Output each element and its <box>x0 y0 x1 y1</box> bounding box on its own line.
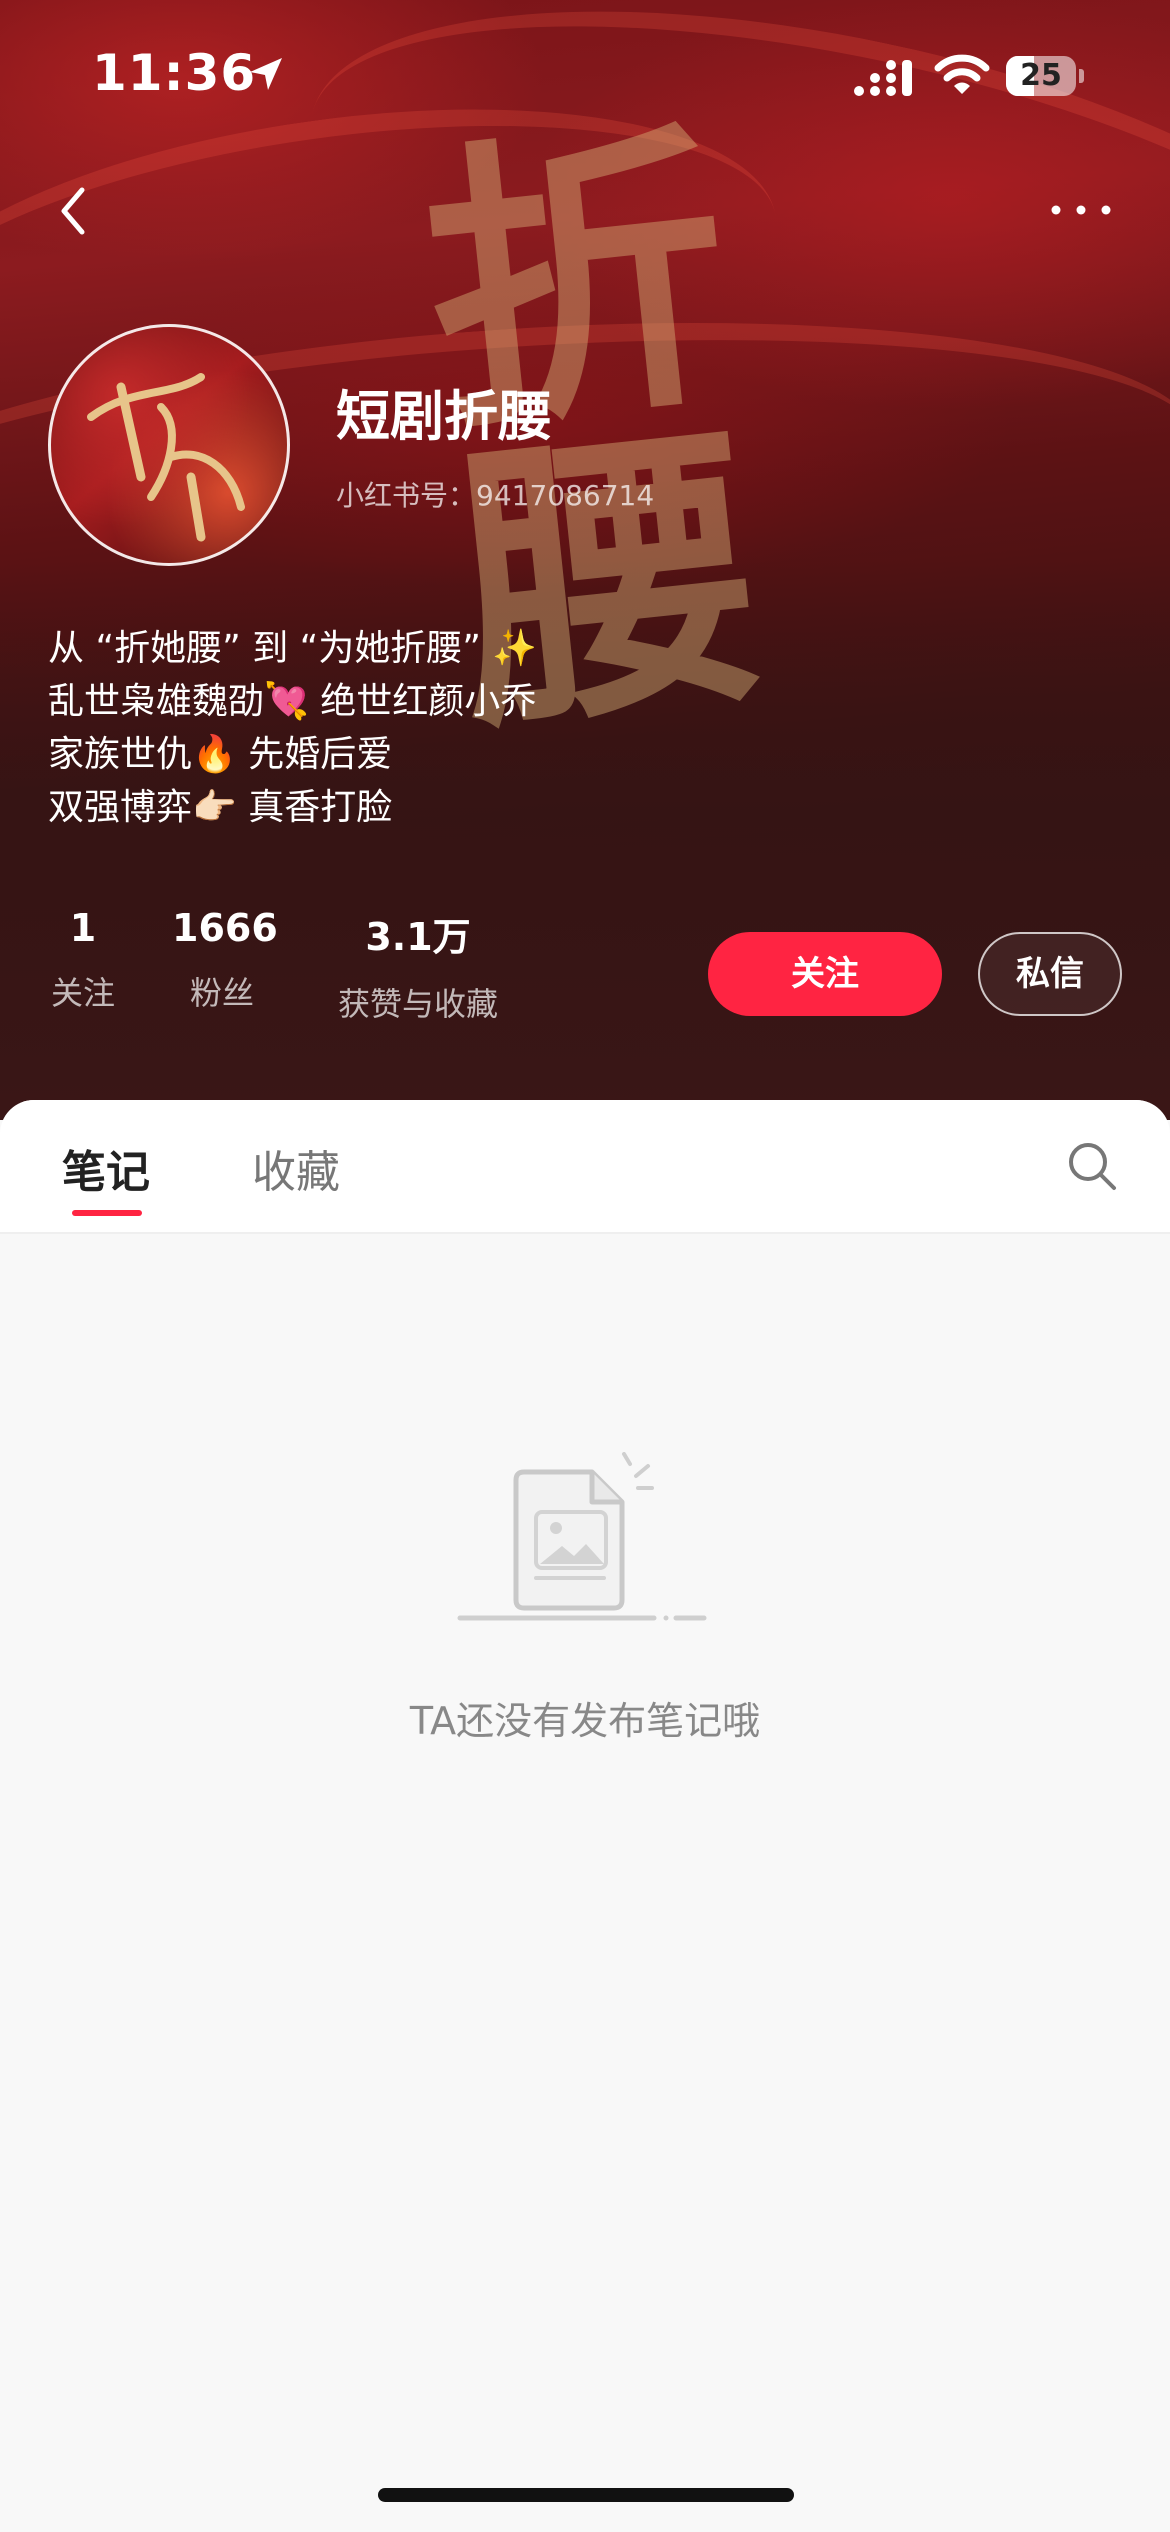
tab-notes[interactable]: 笔记 <box>62 1136 150 1200</box>
stat-likes-value: 3.1万 <box>365 915 471 959</box>
status-time: 11:36 <box>92 44 257 102</box>
avatar-calligraphy-art <box>51 327 287 563</box>
bio-line: 家族世仇🔥 先婚后爱 <box>48 734 393 775</box>
follow-button[interactable]: 关注 <box>708 932 942 1016</box>
avatar[interactable] <box>48 324 290 566</box>
bio-line: 乱世枭雄魏劭💘 绝世红颜小乔 <box>48 681 537 722</box>
status-bar: 11:36 25 <box>0 0 1170 150</box>
tab-collections[interactable]: 收藏 <box>252 1136 340 1200</box>
stat-following-value: 1 <box>69 906 97 950</box>
empty-notes-message: TA还没有发布笔记哦 <box>409 1699 761 1743</box>
active-tab-indicator <box>72 1210 142 1216</box>
more-options-icon[interactable] <box>1046 192 1116 228</box>
stat-followers-label: 粉丝 <box>189 974 254 1012</box>
stat-following-label: 关注 <box>50 974 115 1012</box>
stat-followers[interactable]: 1666 粉丝 <box>172 906 278 1014</box>
bio-line: 从 “折她腰” 到 “为她折腰” ✨ <box>48 628 538 669</box>
stat-followers-value: 1666 <box>172 906 278 950</box>
wifi-icon <box>934 54 990 94</box>
location-arrow-icon <box>250 58 282 90</box>
profile-bio: 从 “折她腰” 到 “为她折腰” ✨ 乱世枭雄魏劭💘 绝世红颜小乔 家族世仇🔥 … <box>48 622 537 834</box>
profile-tabbar: 笔记 收藏 <box>0 1100 1170 1234</box>
battery-icon: 25 <box>1006 56 1086 98</box>
search-icon[interactable] <box>1066 1140 1118 1192</box>
profile-red-id[interactable]: 小红书号：9417086714 <box>336 474 654 514</box>
cellular-signal-icon <box>854 60 912 96</box>
stat-likes-label: 获赞与收藏 <box>337 985 498 1023</box>
message-button[interactable]: 私信 <box>978 932 1122 1016</box>
bio-line: 双强博弈👉🏻 真香打脸 <box>48 787 393 828</box>
back-chevron-icon[interactable] <box>44 176 104 246</box>
notes-panel: 笔记 收藏 TA还没有发布笔记哦 <box>0 1100 1170 2532</box>
stat-likes[interactable]: 3.1万 获赞与收藏 <box>328 906 508 1025</box>
profile-nickname: 短剧折腰 <box>336 385 552 448</box>
home-indicator[interactable] <box>378 2488 794 2502</box>
battery-level: 25 <box>1020 58 1062 93</box>
empty-notes-illustration-icon <box>457 1452 707 1621</box>
stat-following[interactable]: 1 关注 <box>48 906 118 1014</box>
